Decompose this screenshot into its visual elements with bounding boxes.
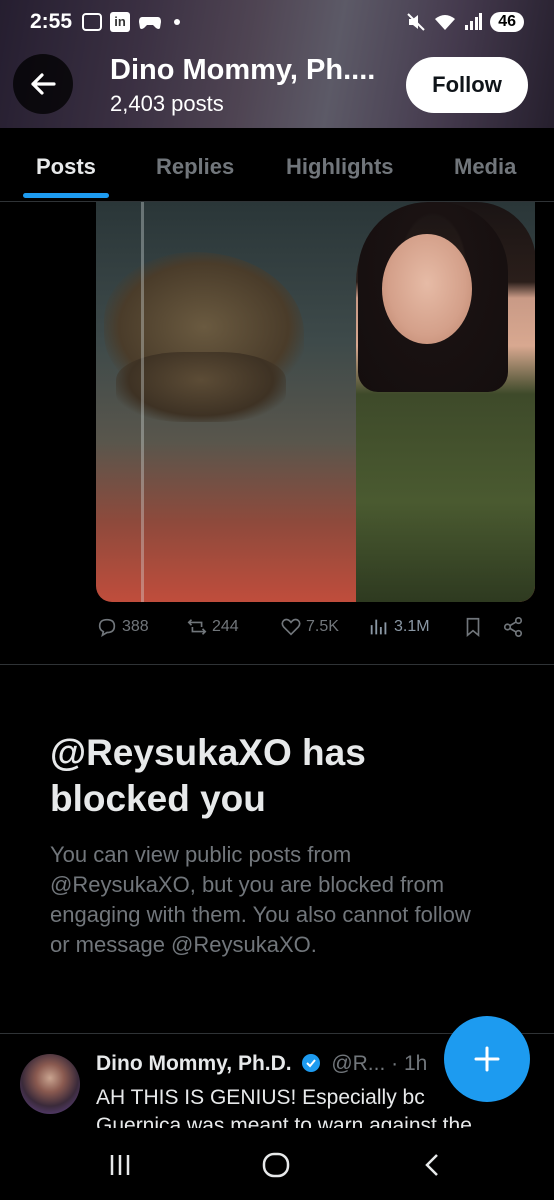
views-chart-icon (370, 619, 387, 635)
like-button[interactable]: 7.5K (280, 616, 339, 638)
recent-apps-icon (110, 1155, 130, 1175)
bookmark-button[interactable] (462, 616, 484, 638)
status-time: 2:55 (30, 10, 73, 33)
back-button[interactable] (13, 54, 73, 114)
system-navigation-bar (0, 1128, 554, 1200)
recent-apps-button[interactable] (100, 1148, 140, 1182)
repost-button[interactable]: 244 (186, 616, 239, 638)
profile-header: Dino Mommy, Ph.... 2,403 posts Follow (0, 44, 554, 128)
mute-icon (407, 13, 425, 31)
glass-edge (141, 202, 144, 602)
tab-posts[interactable]: Posts (36, 154, 96, 180)
tab-highlights[interactable]: Highlights (286, 154, 394, 180)
post-divider (0, 664, 554, 665)
bookmark-icon (466, 617, 480, 638)
screenshot-icon (82, 13, 103, 31)
post-header: Dino Mommy, Ph.D. @R... · 1h (96, 1052, 427, 1076)
heart-icon (281, 618, 301, 636)
compose-button[interactable] (444, 1016, 530, 1102)
back-nav-button[interactable] (412, 1148, 452, 1182)
gamepad-icon (139, 17, 162, 29)
battery-icon: 46 (490, 12, 524, 32)
profile-name: Dino Mommy, Ph.... (110, 54, 376, 86)
post-text-line: AH THIS IS GENIUS! Especially bc (96, 1086, 425, 1109)
linkedin-icon: in (110, 12, 131, 32)
arrow-left-icon (31, 73, 56, 95)
repost-icon (187, 619, 207, 635)
post-count: 2,403 posts (110, 91, 224, 116)
reply-count: 388 (122, 618, 149, 635)
post-photo[interactable] (96, 202, 535, 602)
face-shape (382, 234, 472, 344)
home-button[interactable] (256, 1148, 296, 1182)
status-bar: 2:55 in 46 (0, 0, 554, 44)
home-icon (262, 1152, 290, 1178)
post-author-handle: @R... (331, 1052, 386, 1075)
header-text: Dino Mommy, Ph.... 2,403 posts (110, 54, 375, 117)
views-count: 3.1M (394, 618, 430, 635)
tab-replies[interactable]: Replies (156, 154, 234, 180)
post-actions: 388 244 7.5K 3.1M (96, 616, 526, 646)
chevron-left-icon (425, 1154, 438, 1176)
active-tab-indicator (23, 193, 109, 198)
tab-media[interactable]: Media (454, 154, 516, 180)
views-button[interactable]: 3.1M (368, 616, 430, 638)
plus-icon (474, 1046, 500, 1072)
wifi-icon (435, 15, 456, 30)
status-right-icons: 46 (406, 12, 524, 32)
share-button[interactable] (502, 616, 524, 638)
reply-icon (98, 618, 116, 637)
avatar[interactable] (20, 1054, 80, 1114)
reply-button[interactable]: 388 (96, 616, 149, 638)
status-left-icons: in (82, 12, 181, 32)
post-author-name[interactable]: Dino Mommy, Ph.D. (96, 1052, 292, 1075)
share-icon (503, 617, 523, 637)
dot-icon (174, 19, 181, 25)
blocked-title: @ReysukaXO has blocked you (50, 732, 366, 819)
like-count: 7.5K (306, 618, 339, 635)
follow-button[interactable]: Follow (406, 57, 528, 113)
post-time: · 1h (391, 1052, 428, 1075)
profile-tabs: Posts Replies Highlights Media (0, 128, 554, 202)
signal-icon (465, 13, 483, 30)
blocked-message: You can view public posts from @ReysukaX… (50, 842, 471, 957)
verified-badge-icon (302, 1054, 321, 1072)
repost-count: 244 (212, 618, 239, 635)
